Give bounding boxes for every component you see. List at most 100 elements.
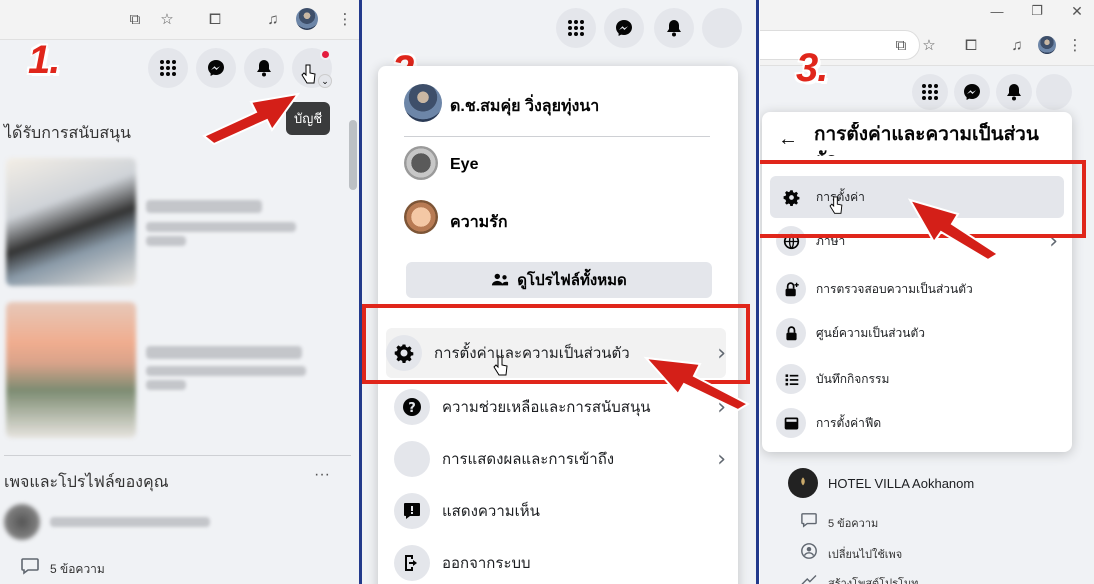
profile-name[interactable]: ด.ช.สมคุ่ย วิ่งลุยทุ่งนา bbox=[450, 94, 599, 119]
messenger-icon bbox=[964, 84, 980, 100]
chevron-down-icon[interactable]: ⌄ bbox=[318, 74, 332, 88]
notifications-button[interactable] bbox=[654, 8, 694, 48]
restore-icon[interactable]: ❐ bbox=[1026, 0, 1048, 22]
menu-item-logout[interactable]: ออกจากระบบ bbox=[394, 538, 726, 584]
see-all-profiles-button[interactable]: ดูโปรไฟล์ทั้งหมด bbox=[406, 262, 712, 298]
lock-plus-icon bbox=[776, 274, 806, 304]
menu-item-label: การตรวจสอบความเป็นส่วนตัว bbox=[816, 281, 973, 296]
ad-url-blurred bbox=[146, 236, 186, 246]
panel-divider bbox=[756, 0, 759, 584]
messenger-icon bbox=[208, 60, 224, 76]
ad-url-blurred bbox=[146, 380, 186, 390]
profile-avatar[interactable] bbox=[404, 200, 438, 234]
scrollbar[interactable] bbox=[349, 120, 357, 190]
profile-name[interactable]: Eye bbox=[450, 156, 478, 174]
help-icon: ? bbox=[394, 389, 430, 425]
ad-title-blurred bbox=[146, 346, 302, 359]
close-window-icon[interactable]: ✕ bbox=[1066, 0, 1088, 22]
message-bubble-icon bbox=[21, 558, 39, 575]
grid-icon bbox=[568, 20, 584, 36]
red-arrow-pointer bbox=[643, 356, 751, 412]
bookmark-star-icon[interactable]: ☆ bbox=[918, 34, 940, 56]
notifications-button[interactable] bbox=[996, 74, 1032, 110]
extensions-icon[interactable]: ⧠ bbox=[204, 8, 226, 30]
messages-count[interactable]: 5 ข้อความ bbox=[50, 560, 105, 579]
back-arrow-icon[interactable]: ← bbox=[778, 128, 798, 151]
extensions-icon[interactable]: ⧠ bbox=[960, 34, 982, 56]
bell-icon bbox=[257, 60, 271, 77]
page-avatar[interactable] bbox=[4, 504, 40, 540]
page-name-blurred bbox=[50, 517, 210, 527]
svg-text:?: ? bbox=[408, 401, 416, 416]
media-control-icon[interactable]: ♫ bbox=[262, 8, 284, 30]
red-arrow-pointer bbox=[907, 198, 1000, 262]
ad-url-blurred bbox=[146, 222, 296, 232]
page-logo[interactable] bbox=[788, 468, 818, 498]
menu-item-display[interactable]: การแสดงผลและการเข้าถึง › bbox=[394, 434, 726, 484]
menu-item-privacy-checkup[interactable]: การตรวจสอบความเป็นส่วนตัว bbox=[770, 268, 1064, 310]
chrome-menu-icon[interactable]: ⋮ bbox=[334, 8, 356, 30]
more-options-icon[interactable]: ··· bbox=[314, 466, 330, 484]
ad-image[interactable] bbox=[6, 158, 136, 286]
account-button[interactable] bbox=[1036, 74, 1072, 110]
divider bbox=[4, 455, 351, 456]
ad-url-blurred bbox=[146, 366, 306, 376]
messenger-button[interactable] bbox=[604, 8, 644, 48]
menu-item-privacy-center[interactable]: ศูนย์ความเป็นส่วนตัว bbox=[770, 312, 1064, 354]
messenger-button[interactable] bbox=[954, 74, 990, 110]
menu-item-label: แสดงความเห็น bbox=[442, 503, 540, 520]
install-app-icon[interactable]: ⧉ bbox=[124, 8, 146, 30]
menu-item-label: การตั้งค่าฟีด bbox=[816, 415, 882, 430]
lock-icon bbox=[776, 318, 806, 348]
menu-item-label: ออกจากระบบ bbox=[442, 555, 531, 572]
hand-cursor-icon bbox=[829, 196, 843, 214]
minimize-icon[interactable]: — bbox=[986, 0, 1008, 22]
page-logo-icon bbox=[801, 477, 805, 486]
panel-step-3: — ❐ ✕ ⧉ ☆ ⧠ ♫ ⋮ 3. ← การตั้งค่าและความเป… bbox=[760, 0, 1094, 584]
sponsored-heading: ได้รับการสนับสนุน bbox=[4, 125, 131, 142]
ad-title-blurred bbox=[146, 200, 262, 213]
menu-item-activity-log[interactable]: บันทึกกิจกรรม bbox=[770, 358, 1064, 400]
promote-icon bbox=[801, 575, 817, 584]
chrome-profile-avatar[interactable] bbox=[1038, 36, 1056, 54]
install-app-icon[interactable]: ⧉ bbox=[890, 34, 912, 56]
moon-icon bbox=[394, 441, 430, 477]
chrome-menu-icon[interactable]: ⋮ bbox=[1064, 34, 1086, 56]
profile-avatar[interactable] bbox=[404, 84, 442, 122]
chrome-profile-avatar[interactable] bbox=[296, 8, 318, 30]
profile-avatar[interactable] bbox=[404, 146, 438, 180]
panel-step-2: 2. ด.ช.สมคุ่ย วิ่งลุยทุ่งนา Eye ความรัก … bbox=[362, 0, 756, 584]
bell-icon bbox=[1007, 84, 1021, 101]
hand-cursor-icon bbox=[493, 356, 508, 376]
profile-name[interactable]: ความรัก bbox=[450, 210, 508, 235]
profiles-icon bbox=[492, 273, 509, 286]
page-messages[interactable]: 5 ข้อความ bbox=[828, 514, 878, 532]
account-button[interactable] bbox=[702, 8, 742, 48]
hand-cursor-icon bbox=[301, 64, 316, 84]
menu-item-feedback[interactable]: แสดงความเห็น bbox=[394, 486, 726, 536]
bookmark-star-icon[interactable]: ☆ bbox=[156, 8, 178, 30]
media-control-icon[interactable]: ♫ bbox=[1006, 34, 1028, 56]
menu-item-label: การแสดงผลและการเข้าถึง bbox=[442, 451, 615, 468]
switch-profile-icon bbox=[801, 543, 817, 559]
panel-step-1: ⧉ ☆ ⧠ ♫ ⋮ 1. ⌄ บัญชี ได้รับการสนับสนุน เ… bbox=[0, 0, 359, 584]
menu-grid-button[interactable] bbox=[148, 48, 188, 88]
step-number: 3. bbox=[796, 46, 828, 90]
menu-grid-button[interactable] bbox=[556, 8, 596, 48]
divider bbox=[404, 136, 710, 137]
red-arrow-pointer bbox=[202, 92, 301, 146]
feedback-icon bbox=[394, 493, 430, 529]
menu-grid-button[interactable] bbox=[912, 74, 948, 110]
feed-icon bbox=[776, 408, 806, 438]
menu-item-feed-settings[interactable]: การตั้งค่าฟีด bbox=[770, 402, 1064, 444]
page-name[interactable]: HOTEL VILLA Aokhanom bbox=[828, 476, 974, 491]
message-bubble-icon bbox=[801, 513, 817, 528]
menu-item-label: บันทึกกิจกรรม bbox=[816, 371, 890, 386]
switch-to-page[interactable]: เปลี่ยนไปใช้เพจ bbox=[828, 545, 902, 563]
grid-icon bbox=[922, 84, 938, 100]
ad-image[interactable] bbox=[6, 302, 136, 438]
submenu-title: การตั้งค่าและความเป็นส่วนตัว bbox=[814, 124, 1039, 156]
step-number: 1. bbox=[28, 38, 60, 82]
create-promoted-post[interactable]: สร้างโพสต์โปรโมท bbox=[828, 574, 918, 584]
list-icon bbox=[776, 364, 806, 394]
